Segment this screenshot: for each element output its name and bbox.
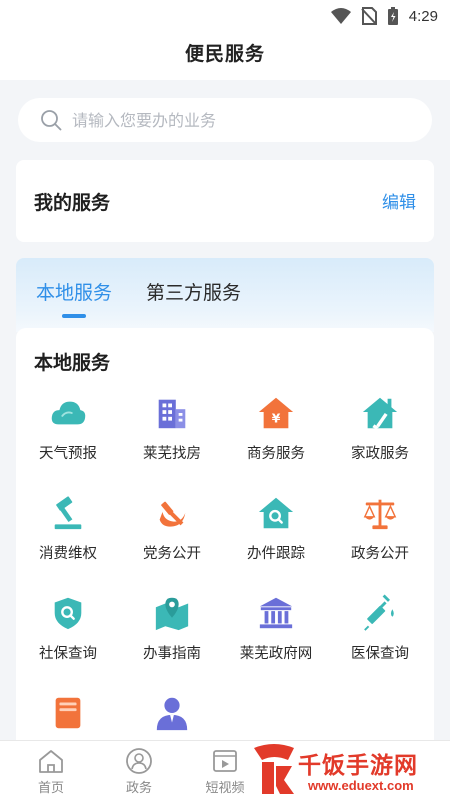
service-label: 社保查询 bbox=[39, 646, 97, 662]
service-label: 天气预报 bbox=[39, 446, 97, 462]
nav-label: 首页 bbox=[37, 781, 64, 796]
watermark-url: www.eduext.com bbox=[308, 778, 414, 793]
nav-home[interactable]: 首页 bbox=[6, 741, 96, 800]
service-tracking[interactable]: 办件跟踪 bbox=[224, 490, 328, 580]
service-consumer-rights[interactable]: 消费维权 bbox=[16, 490, 120, 580]
page-title: 便民服务 bbox=[184, 43, 265, 65]
search-icon bbox=[41, 110, 62, 131]
service-label: 莱芜找房 bbox=[143, 446, 201, 462]
app-header: 便民服务 bbox=[0, 32, 450, 80]
battery-icon bbox=[387, 7, 398, 25]
service-housing[interactable]: 莱芜找房 bbox=[120, 390, 224, 480]
service-guide[interactable]: 办事指南 bbox=[120, 590, 224, 680]
service-business[interactable]: ¥ 商务服务 bbox=[224, 390, 328, 480]
syringe-icon bbox=[364, 594, 394, 631]
housekeeping-icon bbox=[362, 397, 398, 430]
service-label: 莱芜政府网 bbox=[239, 646, 313, 662]
search-input[interactable] bbox=[72, 110, 372, 130]
service-social-security[interactable]: 社保查询 bbox=[16, 590, 120, 680]
weather-icon bbox=[51, 401, 86, 425]
scale-icon bbox=[363, 499, 397, 530]
home-icon bbox=[39, 750, 63, 773]
watermark: 千饭手游网 www.eduext.com bbox=[248, 740, 450, 800]
service-medical-insurance[interactable]: 医保查询 bbox=[328, 590, 432, 680]
my-services-card: 我的服务 编辑 bbox=[16, 160, 434, 242]
service-label: 消费维权 bbox=[39, 546, 97, 562]
book-icon bbox=[55, 697, 81, 729]
service-label: 家政服务 bbox=[351, 446, 409, 462]
service-party-affairs[interactable]: 党务公开 bbox=[120, 490, 224, 580]
service-label: 商务服务 bbox=[247, 446, 305, 462]
watermark-logo-icon bbox=[254, 744, 294, 794]
government-icon bbox=[259, 597, 293, 629]
my-services-title: 我的服务 bbox=[34, 192, 111, 214]
svg-text:¥: ¥ bbox=[272, 412, 281, 426]
status-bar: 4:29 bbox=[0, 0, 450, 32]
service-weather[interactable]: 天气预报 bbox=[16, 390, 120, 480]
status-time: 4:29 bbox=[408, 7, 438, 25]
tracking-icon bbox=[258, 497, 294, 529]
service-label: 医保查询 bbox=[351, 646, 409, 662]
service-housekeeping[interactable]: 家政服务 bbox=[328, 390, 432, 480]
no-sim-icon bbox=[361, 7, 377, 25]
watermark-text: 千饭手游网 bbox=[298, 753, 418, 779]
tab-active-indicator bbox=[62, 314, 86, 318]
tab-third-party-services[interactable]: 第三方服务 bbox=[146, 278, 241, 305]
service-label: 政务公开 bbox=[351, 546, 409, 562]
status-icons: 4:29 bbox=[330, 6, 438, 26]
gavel-icon bbox=[54, 496, 82, 530]
person-icon bbox=[156, 697, 188, 731]
party-icon bbox=[159, 501, 186, 527]
search-bar[interactable] bbox=[18, 98, 432, 142]
edit-button[interactable]: 编辑 bbox=[382, 188, 416, 213]
nav-government-affairs[interactable]: 政务 bbox=[94, 741, 184, 800]
wifi-icon bbox=[330, 8, 351, 24]
local-services-card: 本地服务 天气预报 莱芜找房 ¥ 商务服务 家政服务 消费维权 党务公开 办件跟… bbox=[16, 328, 434, 748]
social-security-icon bbox=[54, 597, 82, 630]
building-icon bbox=[158, 399, 186, 429]
local-services-title: 本地服务 bbox=[34, 352, 111, 374]
business-icon: ¥ bbox=[258, 397, 294, 429]
video-icon bbox=[213, 750, 237, 772]
tab-local-services[interactable]: 本地服务 bbox=[36, 278, 112, 305]
service-government-affairs[interactable]: 政务公开 bbox=[328, 490, 432, 580]
guide-map-icon bbox=[155, 597, 189, 631]
nav-label: 政务 bbox=[125, 781, 152, 796]
service-tabs: 本地服务 第三方服务 bbox=[16, 258, 434, 332]
service-label: 办事指南 bbox=[143, 646, 201, 662]
service-label: 党务公开 bbox=[143, 546, 201, 562]
service-label: 办件跟踪 bbox=[247, 546, 305, 562]
service-government-website[interactable]: 莱芜政府网 bbox=[224, 590, 328, 680]
government-affairs-icon bbox=[126, 748, 152, 774]
